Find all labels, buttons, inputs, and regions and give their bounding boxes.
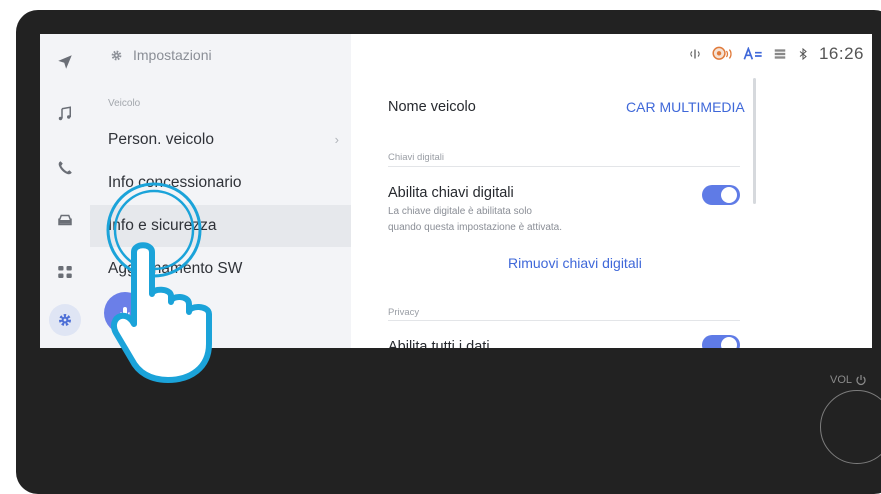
enable-all-data-toggle[interactable] [702, 335, 740, 348]
menu-item-info-concessionario[interactable]: Info concessionario [90, 162, 351, 204]
scrollbar[interactable] [753, 78, 756, 204]
vol-power-label: VOL [830, 374, 867, 386]
menu-item-label: Person. veicolo [108, 131, 214, 148]
enable-digital-keys-desc-1: La chiave digitale è abilitata solo [388, 206, 532, 217]
menu-item-label: Info e sicurezza [108, 217, 217, 234]
remove-digital-keys-button[interactable]: Rimuovi chiavi digitali [508, 255, 642, 271]
enable-digital-keys-toggle[interactable] [702, 185, 740, 205]
section-privacy: Privacy [388, 307, 420, 318]
enable-digital-keys-desc-2: quando questa impostazione è attivata. [388, 222, 563, 233]
bluetooth-icon [799, 47, 807, 61]
chevron-right-icon: › [334, 132, 339, 147]
menu-item-info-sicurezza[interactable]: Info e sicurezza [90, 205, 351, 247]
navigation-icon[interactable] [49, 46, 81, 78]
infotainment-screen: Impostazioni Veicolo Person. veicolo › I… [40, 34, 872, 348]
signal-icon [690, 49, 700, 59]
menu-item-label: Aggiornamento SW [108, 260, 243, 277]
enable-all-data-label: Abilita tutti i dati [388, 339, 490, 348]
menu-item-aggiornamento-sw[interactable]: Aggiornamento SW [90, 248, 351, 290]
power-icon [856, 375, 866, 386]
menu-section-veicolo: Veicolo [108, 98, 141, 109]
divider [388, 166, 740, 167]
nav-rail [40, 34, 90, 348]
music-icon[interactable] [49, 98, 81, 130]
clock: 16:26 [818, 44, 864, 63]
microphone-icon [120, 307, 130, 319]
apps-grid-icon[interactable] [49, 256, 81, 288]
voice-assistant-icon [712, 46, 732, 60]
gear-icon [111, 50, 122, 60]
section-digital-keys: Chiavi digitali [388, 152, 444, 163]
vehicle-name-label: Nome veicolo [388, 99, 476, 115]
vol-label: VOL [830, 374, 853, 386]
settings-detail-panel: 16:26 Nome veicolo CAR MULTIMEDIA Chiavi… [351, 34, 872, 348]
vehicle-name-value[interactable]: CAR MULTIMEDIA [626, 99, 745, 115]
settings-title: Impostazioni [133, 47, 212, 63]
status-bar: 16:26 [689, 44, 864, 64]
data-icon [774, 49, 786, 59]
vehicle-icon[interactable] [49, 204, 81, 236]
enable-digital-keys-label: Abilita chiavi digitali [388, 185, 514, 201]
phone-icon[interactable] [49, 152, 81, 184]
text-size-icon [743, 47, 762, 60]
settings-gear-icon[interactable] [49, 304, 81, 336]
menu-item-person-veicolo[interactable]: Person. veicolo › [90, 119, 351, 161]
divider [388, 320, 740, 321]
settings-header: Impostazioni [110, 47, 212, 63]
settings-menu: Impostazioni Veicolo Person. veicolo › I… [90, 34, 351, 348]
voice-assistant-button[interactable] [104, 292, 146, 334]
menu-item-label: Info concessionario [108, 174, 242, 191]
